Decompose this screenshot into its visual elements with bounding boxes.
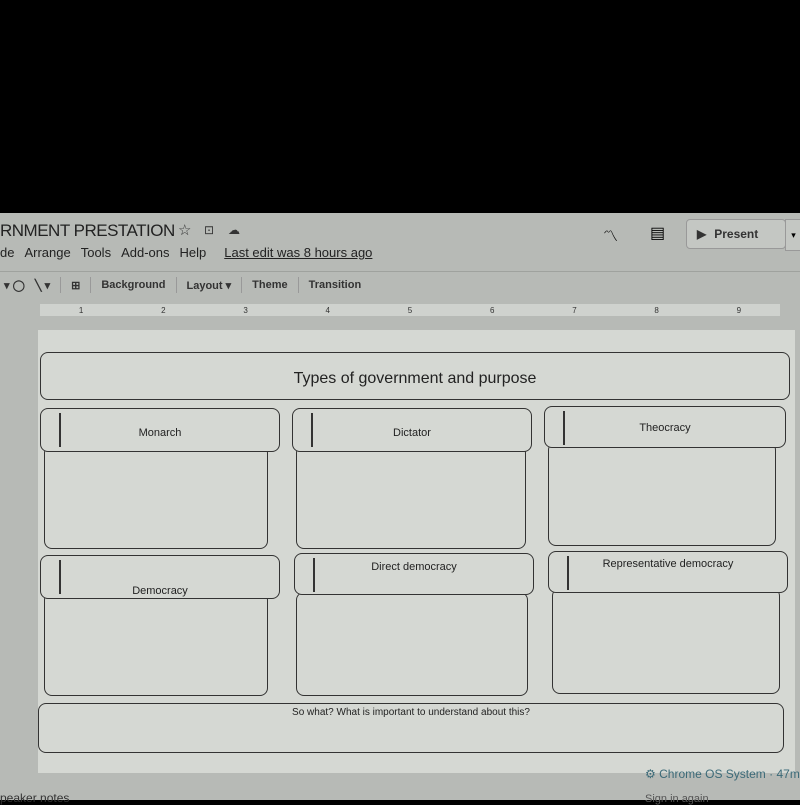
ruler-tick: 5 (407, 305, 413, 315)
divider (241, 277, 243, 293)
content-box[interactable] (552, 588, 780, 694)
gear-icon: ⚙ (645, 767, 656, 781)
menu-tools[interactable]: Tools (81, 245, 111, 260)
divider (297, 277, 299, 293)
comments-icon[interactable]: ▤ (650, 223, 665, 243)
toolbar: ▾ ◯ ╲ ▾ ⊞ Background Layout ▾ Theme Tran… (0, 271, 800, 298)
box-label: Representative democracy (602, 558, 734, 570)
ruler-tick: 7 (572, 305, 577, 315)
box-label: Dictator (393, 427, 431, 439)
ruler-tick: 8 (654, 305, 659, 315)
line-icon[interactable]: ╲ ▾ (35, 279, 50, 292)
so-what-box[interactable]: So what? What is important to understand… (38, 703, 784, 753)
shape-icon[interactable]: ▾ ◯ (4, 279, 25, 292)
menu-arrange[interactable]: Arrange (24, 245, 70, 260)
activity-icon[interactable]: 〽 (603, 225, 618, 246)
notification[interactable]: ⚙ Chrome OS System · 47m (645, 767, 800, 781)
content-box[interactable] (296, 445, 526, 549)
menu-bar: de Arrange Tools Add-ons Help Last edit … (0, 245, 372, 260)
content-box[interactable] (44, 592, 268, 696)
slide-canvas[interactable]: Types of government and purpose Monarch … (38, 330, 795, 773)
label-box-direct-democracy[interactable]: Direct democracy (294, 553, 534, 595)
divider (175, 277, 177, 293)
so-what-text: So what? What is important to understand… (292, 707, 530, 718)
last-edit-link[interactable]: Last edit was 8 hours ago (224, 245, 372, 260)
box-label: Theocracy (639, 422, 691, 434)
present-dropdown[interactable]: ▾ (785, 219, 800, 251)
ruler-tick: 6 (489, 305, 495, 315)
menu-help[interactable]: Help (180, 245, 207, 260)
theme-button[interactable]: Theme (252, 279, 287, 291)
document-title[interactable]: RNMENT PRESTATION (0, 221, 175, 241)
present-button[interactable]: ▶ Present (686, 219, 786, 249)
sign-in-again[interactable]: Sign in again (645, 793, 709, 805)
ruler-tick: 9 (736, 305, 742, 315)
content-box[interactable] (548, 442, 776, 546)
menu-add-ons[interactable]: Add-ons (121, 245, 169, 260)
comment-add-icon[interactable]: ⊞ (71, 279, 80, 292)
star-icon[interactable]: ☆ (178, 221, 191, 239)
transition-button[interactable]: Transition (309, 279, 362, 291)
layout-button[interactable]: Layout ▾ (187, 279, 232, 292)
background-button[interactable]: Background (101, 279, 165, 291)
box-label: Democracy (132, 585, 188, 597)
divider (60, 277, 62, 293)
box-label: Direct democracy (371, 561, 457, 573)
label-box-dictator[interactable]: Dictator (292, 408, 532, 452)
ruler-tick: 2 (161, 305, 166, 315)
ruler[interactable]: 1 2 3 4 5 6 7 8 9 (40, 304, 780, 316)
label-box-representative-democracy[interactable]: Representative democracy (548, 551, 788, 593)
divider (90, 277, 92, 293)
speaker-notes[interactable]: peaker notes (0, 791, 69, 805)
cloud-saved-icon[interactable]: ☁ (228, 223, 240, 237)
move-to-folder-icon[interactable]: ⊡ (204, 223, 214, 237)
ruler-tick: 1 (78, 305, 84, 315)
title-box[interactable]: Types of government and purpose (40, 352, 790, 400)
ruler-tick: 4 (325, 305, 330, 315)
menu-slide[interactable]: de (0, 245, 14, 260)
ruler-tick: 3 (243, 305, 248, 315)
label-box-monarch[interactable]: Monarch (40, 408, 280, 452)
content-box[interactable] (296, 592, 528, 696)
play-icon: ▶ (697, 227, 707, 241)
box-label: Monarch (138, 427, 182, 439)
slide-title: Types of government and purpose (293, 370, 537, 387)
label-box-theocracy[interactable]: Theocracy (544, 406, 786, 448)
screen: RNMENT PRESTATION ☆ ⊡ ☁ de Arrange Tools… (0, 213, 800, 805)
label-box-democracy[interactable]: Democracy (40, 555, 280, 599)
content-box[interactable] (44, 445, 268, 549)
